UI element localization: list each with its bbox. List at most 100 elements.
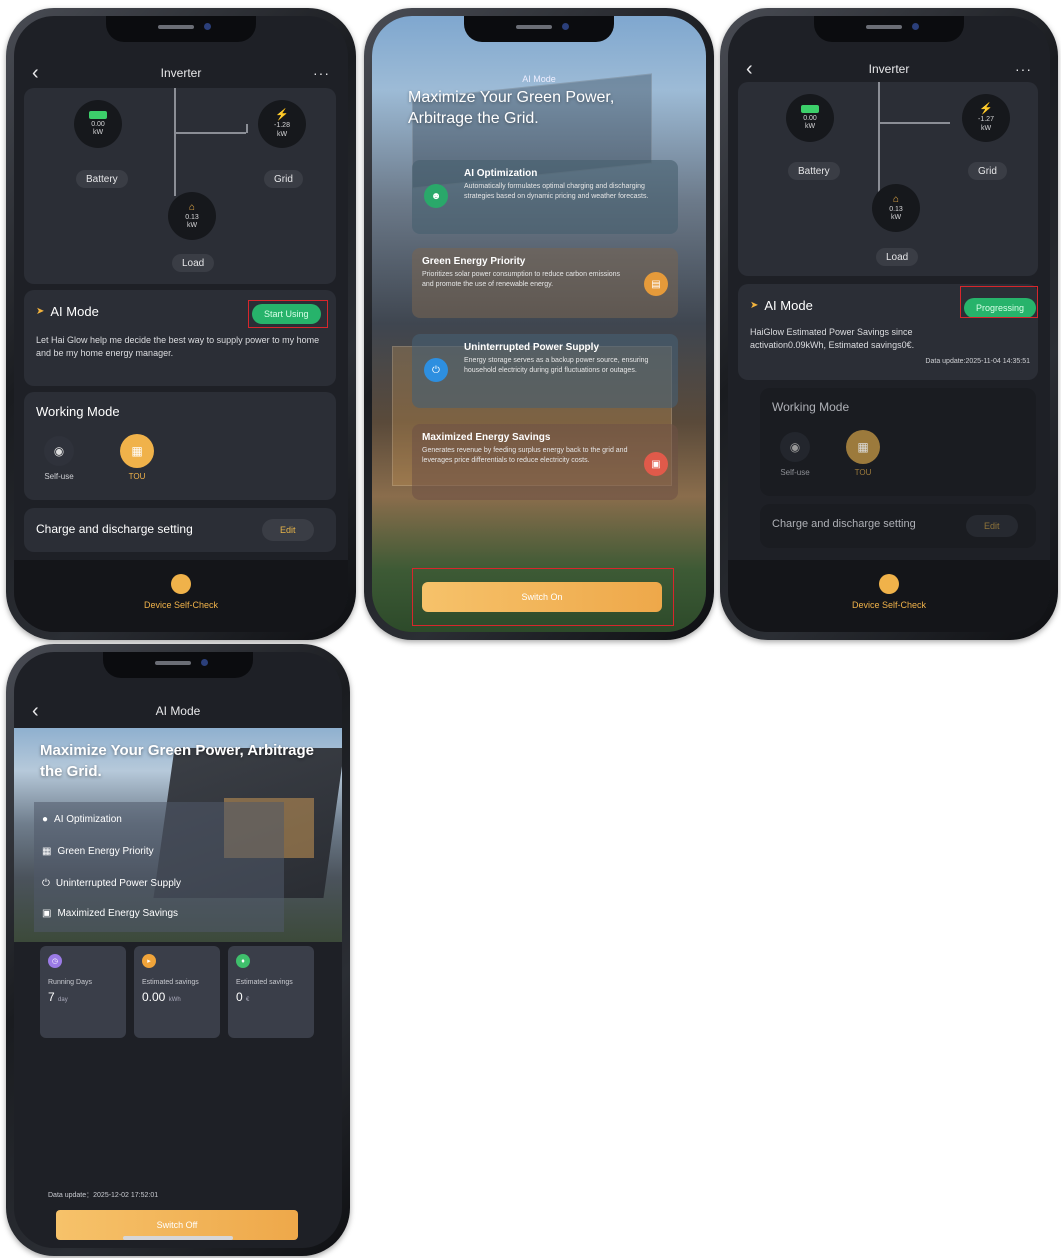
working-mode-title: Working Mode <box>772 400 850 414</box>
load-unit: kW <box>186 222 198 229</box>
self-check-icon[interactable] <box>171 574 191 594</box>
ai-mode-description: Let Hai Glow help me decide the best way… <box>36 335 320 359</box>
back-icon[interactable]: ‹ <box>32 701 39 721</box>
solar-panel-icon: ▦ <box>42 846 52 857</box>
feature-green-energy: ▤ Green Energy Priority Prioritizes sola… <box>412 248 678 318</box>
grid-unit: kW <box>276 130 288 138</box>
clock-icon: ◷ <box>48 954 62 968</box>
battery-unit: kW <box>92 129 104 136</box>
page-title: AI Mode <box>155 704 201 718</box>
feature-item: ⏻ Uninterrupted Power Supply <box>42 878 181 889</box>
header: ‹ AI Mode <box>14 698 342 724</box>
charge-setting-label: Charge and discharge setting <box>36 522 193 536</box>
battery-value: 0.00 <box>91 120 105 128</box>
energy-flow-card: 0.00 kW Battery ⚡ -1.28 kW Grid ⌂ 0.13 k… <box>24 88 336 284</box>
self-use-icon[interactable]: ◉ <box>780 432 810 462</box>
ai-mode-description: HaiGlow Estimated Power Savings since ac… <box>750 327 915 351</box>
feature-text: Energy storage serves as a backup power … <box>464 357 649 374</box>
leaf-icon: ♦ <box>236 954 250 968</box>
highlight-box <box>248 300 328 328</box>
battery-value: 0.00 <box>803 114 817 122</box>
headline: Maximize Your Green Power, Arbitrage the… <box>408 89 615 127</box>
feature-title: Uninterrupted Power Supply <box>464 342 600 353</box>
ai-mode-title: ➤ AI Mode <box>36 304 99 319</box>
self-use-icon[interactable]: ◉ <box>44 436 74 466</box>
feature-title: Green Energy Priority <box>422 256 526 267</box>
load-label: Load <box>876 248 919 266</box>
load-node[interactable]: ⌂ 0.13 kW <box>872 184 920 232</box>
plug-icon: ⏻ <box>424 358 448 382</box>
more-icon[interactable]: ··· <box>1015 61 1032 77</box>
notch <box>464 16 614 42</box>
feature-list: ● AI Optimization ▦ Green Energy Priority … <box>34 802 284 932</box>
feature-title: Maximized Energy Savings <box>422 432 551 443</box>
self-use-label: Self-use <box>780 468 810 477</box>
headline: Maximize Your Green Power, Arbitrage the… <box>40 742 314 780</box>
battery-node[interactable]: 0.00 kW <box>786 94 834 142</box>
feature-uninterrupted-power: ⏻ Uninterrupted Power Supply Energy stor… <box>412 334 678 408</box>
working-mode-title: Working Mode <box>36 404 120 419</box>
battery-node[interactable]: 0.00 kW <box>74 100 122 148</box>
grid-value: -1.28 <box>274 122 290 130</box>
stat-estimated-energy: ▸ Estimated savings 0.00 kWh <box>134 946 220 1038</box>
grid-tower-icon: ⚡ <box>275 109 289 122</box>
back-icon[interactable]: ‹ <box>746 59 753 79</box>
screen-inverter-progress: ‹ Inverter ··· 0.00 kW Battery ⚡ -1.27 k… <box>728 16 1050 632</box>
edit-button[interactable]: Edit <box>262 519 314 541</box>
stat-label: Running Days <box>48 979 92 986</box>
tou-label: TOU <box>128 472 146 481</box>
home-indicator <box>123 1236 233 1240</box>
stat-label: Estimated savings <box>236 979 293 986</box>
spark-icon: ➤ <box>36 306 45 317</box>
ai-mode-card: ➤ AI Mode Start Using Let Hai Glow help … <box>24 290 336 386</box>
self-check-icon[interactable] <box>879 574 899 594</box>
back-icon[interactable]: ‹ <box>32 63 39 83</box>
grid-tower-icon: ⚡ <box>979 103 993 116</box>
solar-panel-icon: ▤ <box>644 272 668 296</box>
screen-ai-mode-active: ‹ AI Mode Maximize Your Green Power, Arb… <box>14 652 342 1248</box>
battery-label: Battery <box>76 170 128 188</box>
phone-frame-inverter: ‹ Inverter ··· 0.00 kW Battery ⚡ -1.28 k… <box>6 8 356 640</box>
screen-inverter: ‹ Inverter ··· 0.00 kW Battery ⚡ -1.28 k… <box>14 16 348 632</box>
feature-text: Automatically formulates optimal chargin… <box>464 183 649 200</box>
load-unit: kW <box>890 214 902 221</box>
charge-setting-card[interactable]: Charge and discharge setting Edit <box>760 504 1036 548</box>
house-icon: ⌂ <box>188 201 196 213</box>
battery-icon <box>801 104 819 113</box>
self-check-label[interactable]: Device Self-Check <box>14 600 348 610</box>
plug-icon: ⏻ <box>42 878 50 889</box>
load-value: 0.13 <box>889 205 903 213</box>
phone-frame-ai-intro: AI Mode Maximize Your Green Power, Arbit… <box>364 8 714 640</box>
working-mode-card: Working Mode ◉ Self-use ▦ TOU <box>24 392 336 500</box>
stat-running-days: ◷ Running Days 7 day <box>40 946 126 1038</box>
data-update: Data update:2025-11-04 14:35:51 <box>925 358 1030 365</box>
play-icon: ▸ <box>142 954 156 968</box>
data-update: Data update：2025-12-02 17:52:01 <box>48 1192 159 1199</box>
edit-button[interactable]: Edit <box>966 515 1018 537</box>
bottom-bar: Device Self-Check <box>728 560 1050 632</box>
page-title: Inverter <box>868 62 910 76</box>
more-icon[interactable]: ··· <box>313 65 330 81</box>
grid-node[interactable]: ⚡ -1.28 kW <box>258 100 306 148</box>
page-title: AI Mode <box>522 74 556 84</box>
feature-item: ▦ Green Energy Priority <box>42 846 154 857</box>
tou-icon[interactable]: ▦ <box>120 434 154 468</box>
feature-item: ▣ Maximized Energy Savings <box>42 908 179 919</box>
charge-setting-card[interactable]: Charge and discharge setting Edit <box>24 508 336 552</box>
load-value: 0.13 <box>185 213 199 221</box>
page-title: Inverter <box>160 66 202 80</box>
grid-node[interactable]: ⚡ -1.27 kW <box>962 94 1010 142</box>
battery-unit: kW <box>804 123 816 130</box>
grid-value: -1.27 <box>978 116 994 124</box>
notch <box>106 16 256 42</box>
battery-label: Battery <box>788 162 840 180</box>
self-check-label[interactable]: Device Self-Check <box>728 600 1050 610</box>
stat-value: 0.00 kWh <box>142 990 181 1005</box>
robot-icon: ● <box>42 814 49 825</box>
screen-ai-intro: AI Mode Maximize Your Green Power, Arbit… <box>372 16 706 632</box>
tou-icon[interactable]: ▦ <box>846 430 880 464</box>
phone-frame-ai-mode-active: ‹ AI Mode Maximize Your Green Power, Arb… <box>6 644 350 1256</box>
load-node[interactable]: ⌂ 0.13 kW <box>168 192 216 240</box>
robot-icon: ☻ <box>424 184 448 208</box>
feature-title: AI Optimization <box>464 168 538 179</box>
